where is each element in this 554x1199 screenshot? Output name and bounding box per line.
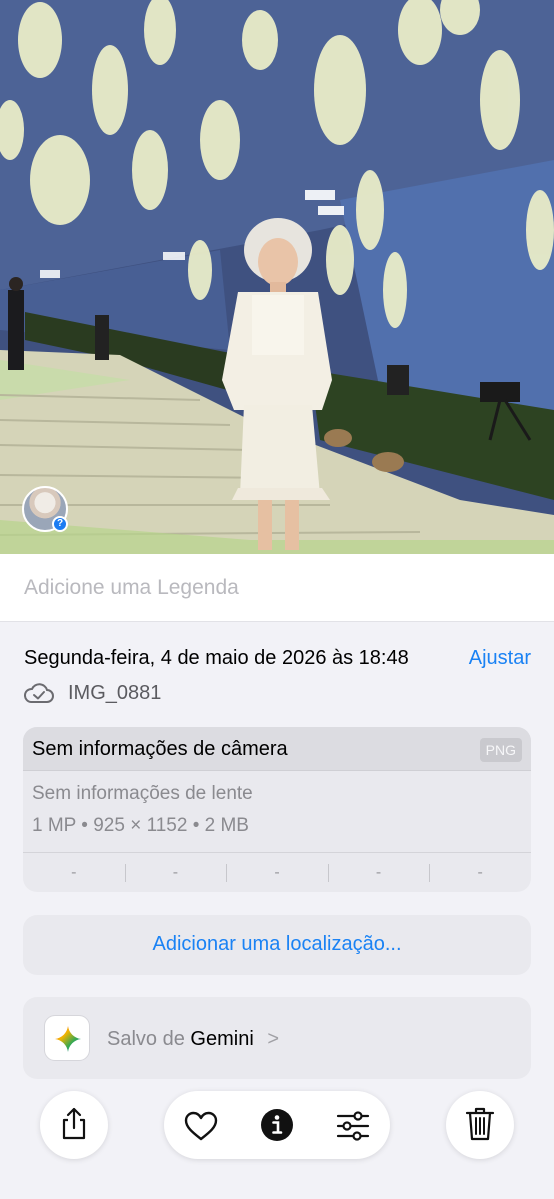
add-location-button[interactable]: Adicionar uma localização... <box>23 933 531 956</box>
sliders-icon[interactable] <box>336 1111 370 1141</box>
photo-date: Segunda-feira, 4 de maio de 2026 às 18:4… <box>24 647 409 669</box>
caption-field[interactable]: Adicione uma Legenda <box>0 554 554 622</box>
file-name: IMG_0881 <box>68 681 162 704</box>
exif-stat: - <box>226 863 328 882</box>
camera-info-header: Sem informações de câmera PNG <box>23 727 531 771</box>
caption-placeholder: Adicione uma Legenda <box>24 576 239 599</box>
file-row: IMG_0881 <box>24 680 161 706</box>
gemini-app-icon <box>44 1015 90 1061</box>
delete-button[interactable] <box>446 1091 514 1159</box>
saved-from-label[interactable]: Salvo de Gemini > <box>107 1028 279 1051</box>
exif-stat: - <box>327 863 430 882</box>
photo-image <box>0 0 554 554</box>
saved-from-card[interactable]: Salvo de Gemini > <box>23 997 531 1079</box>
trash-icon <box>465 1107 495 1141</box>
saved-from-app: Gemini <box>190 1028 254 1050</box>
question-badge-icon: ? <box>52 516 68 532</box>
camera-info-card: Sem informações de câmera PNG Sem inform… <box>23 727 531 892</box>
exif-stats-row: - - - - - <box>23 852 531 892</box>
person-avatar[interactable]: ? <box>22 486 68 532</box>
info-icon[interactable] <box>261 1109 293 1141</box>
add-location-card[interactable]: Adicionar uma localização... <box>23 915 531 975</box>
exif-stat: - <box>124 863 227 882</box>
share-button[interactable] <box>40 1091 108 1159</box>
saved-from-prefix: Salvo de <box>107 1028 185 1050</box>
adjust-date-button[interactable]: Ajustar <box>469 647 531 670</box>
lens-info: Sem informações de lente <box>32 783 253 804</box>
cloud-check-icon <box>24 683 54 703</box>
photo-view[interactable]: ? <box>0 0 554 554</box>
gemini-sparkle-icon <box>55 1026 81 1052</box>
heart-icon[interactable] <box>184 1111 218 1141</box>
format-badge: PNG <box>479 738 522 762</box>
chevron-right-icon: > <box>267 1028 280 1050</box>
exif-stat: - <box>71 863 77 881</box>
image-specs: 1 MP • 925 × 1152 • 2 MB <box>32 815 249 836</box>
camera-title: Sem informações de câmera <box>32 738 288 760</box>
toolbar-action-group <box>164 1091 390 1159</box>
share-icon <box>62 1107 86 1140</box>
exif-stat: - <box>429 863 531 882</box>
